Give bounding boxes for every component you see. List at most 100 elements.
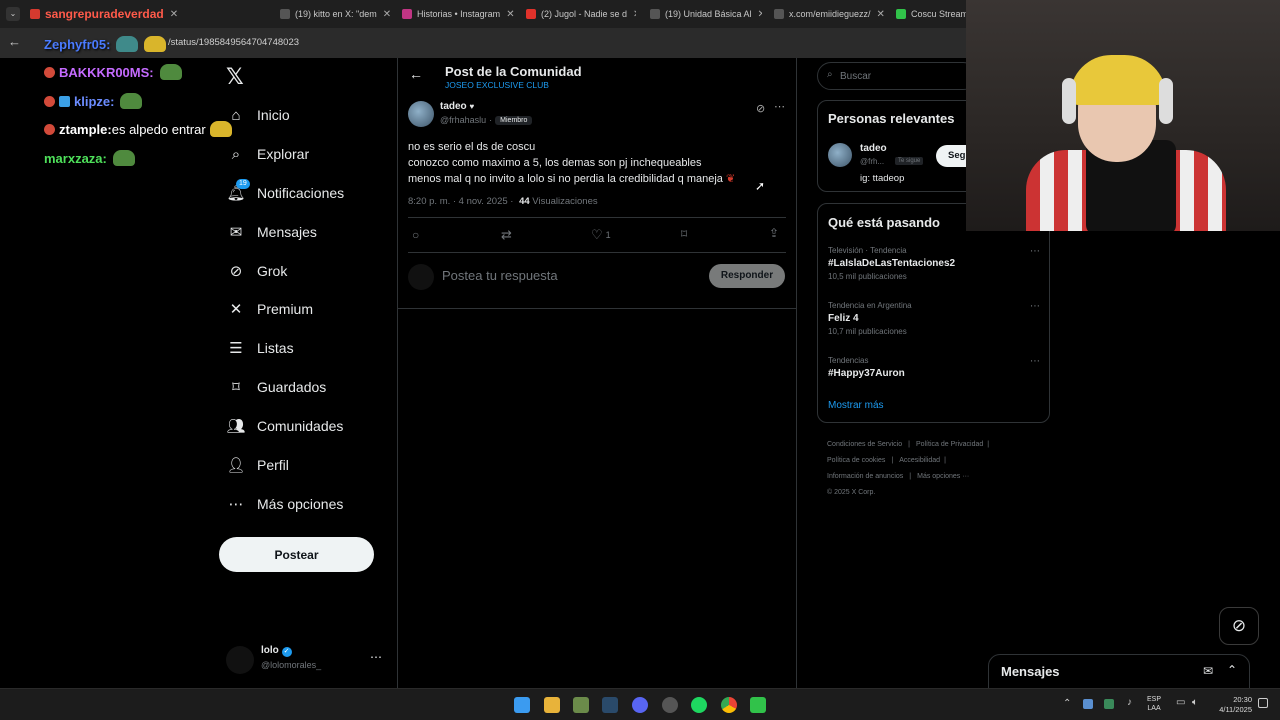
author-name[interactable]: tadeo ♥ (440, 101, 474, 112)
reply-input[interactable]: Postea tu respuesta (442, 268, 558, 283)
nav-item-home[interactable]: ⌂ Inicio (228, 107, 289, 124)
nav-item-explore[interactable]: ⌕ Explorar (228, 146, 309, 163)
nav-item-notifications[interactable]: 🔔︎ 19 Notificaciones (226, 179, 344, 202)
trend-more-icon[interactable]: ⋯ (1030, 246, 1040, 257)
badge-icon (44, 123, 55, 135)
footer-link[interactable]: Política de Privacidad (916, 441, 983, 448)
account-name-text: lolo (261, 645, 279, 656)
notification-center-icon[interactable] (1258, 698, 1268, 708)
author-avatar[interactable] (408, 101, 434, 127)
chrome-icon[interactable] (721, 697, 737, 713)
author-handle[interactable]: @frhahaslu (440, 115, 486, 125)
footer-link[interactable]: Más opciones ··· (917, 473, 969, 480)
nav-item-grok[interactable]: ⊘ Grok (228, 263, 288, 280)
app-icon[interactable] (573, 697, 589, 713)
tray-icon[interactable] (1083, 699, 1093, 709)
emote-icon (144, 36, 167, 52)
browser-tab[interactable]: (2) Jugol - Nadie se d ✕ (526, 4, 636, 24)
browser-tab[interactable]: sangrepuradeverdad ✕ (30, 4, 260, 24)
trend-item[interactable]: Tendencias #Happy37Auron ⋯ (828, 356, 1040, 379)
grok-float-button[interactable]: ⊘ (1219, 607, 1259, 645)
browser-tab[interactable]: Coscu Stream - (896, 4, 966, 24)
tray-up-icon[interactable]: ⌃ (1063, 698, 1071, 709)
nav-item-lists[interactable]: ☰ Listas (228, 340, 293, 357)
nav-item-premium[interactable]: ✕ Premium (228, 301, 314, 318)
browser-tab[interactable]: x.com/emiidieguezz/ ✕ (774, 4, 886, 24)
trend-item[interactable]: Tendencia en Argentina Feliz 4 10,7 mil … (828, 301, 1040, 336)
post-button[interactable]: Postear (219, 537, 374, 572)
x-logo-icon[interactable]: 𝕏 (226, 64, 244, 90)
x-favicon (650, 9, 660, 19)
spotify-icon[interactable] (691, 697, 707, 713)
emoji-icon: ♥ (469, 102, 475, 111)
discord-icon[interactable] (632, 697, 648, 713)
close-tab-icon[interactable]: ✕ (633, 9, 636, 20)
close-tab-icon[interactable]: ✕ (506, 9, 514, 20)
volume-icon[interactable]: 🔈︎ (1192, 697, 1198, 708)
tab-label: sangrepuradeverdad (45, 7, 164, 21)
bookmark-icon[interactable]: ⌑ (681, 227, 687, 241)
footer-link[interactable]: Política de cookies (827, 457, 885, 464)
share-icon[interactable]: ⇪ (769, 226, 779, 240)
post-timestamp[interactable]: 8:20 p. m. · 4 nov. 2025 · (408, 196, 513, 207)
follows-you-badge: Te sigue (895, 157, 924, 165)
collapse-up-icon[interactable]: ⌃ (1227, 663, 1237, 677)
app-icon[interactable] (662, 697, 678, 713)
search-box[interactable]: ⌕ Buscar (817, 62, 977, 90)
trend-item[interactable]: Televisión · Tendencia #LaIslaDeLasTenta… (828, 246, 1040, 281)
account-more-icon[interactable]: ⋯ (370, 650, 382, 664)
chat-username: BAKKKR00MS: (59, 64, 154, 80)
show-more-link[interactable]: Mostrar más (828, 400, 884, 411)
post-more-icon[interactable]: ⋯ (774, 100, 785, 113)
grok-explain-icon[interactable]: ⊘ (756, 102, 765, 115)
heart-icon: ♡ (591, 227, 603, 242)
steam-icon[interactable] (602, 697, 618, 713)
language-indicator[interactable]: ESP LAA (1147, 695, 1161, 713)
nav-item-more[interactable]: ⋯ Más opciones (228, 496, 344, 513)
tray-icon[interactable] (1104, 699, 1114, 709)
clock[interactable]: 20:30 4/11/2025 (1212, 695, 1252, 715)
network-icon[interactable]: ▭ (1176, 697, 1185, 708)
copyright: © 2025 X Corp. (827, 489, 876, 496)
browser-tab[interactable]: (19) kitto en X: "dem ✕ (280, 4, 390, 24)
nav-item-messages[interactable]: ✉ Mensajes (228, 224, 317, 241)
footer-link[interactable]: Condiciones de Servicio (827, 441, 902, 448)
reply-button[interactable]: Responder (709, 264, 785, 288)
footer-link[interactable]: Accesibilidad (899, 457, 940, 464)
messages-dock[interactable]: Mensajes ✉ ⌃ (988, 654, 1250, 690)
mic-icon[interactable]: ♪ (1127, 697, 1132, 708)
trend-more-icon[interactable]: ⋯ (1030, 356, 1040, 367)
close-tab-icon[interactable]: ✕ (877, 9, 885, 20)
chat-message: ztample: es alpedo entrar (44, 121, 232, 137)
close-tab-icon[interactable]: ✕ (758, 9, 762, 20)
verified-icon: ✓ (281, 647, 292, 657)
url-text[interactable]: /status/1985849564704748023 (168, 37, 299, 48)
trend-more-icon[interactable]: ⋯ (1030, 301, 1040, 312)
nav-label: Premium (257, 301, 314, 317)
repost-icon[interactable]: ⇄ (501, 227, 512, 243)
relevant-user-name[interactable]: tadeo (860, 143, 887, 154)
headphones (1062, 78, 1076, 124)
back-arrow-icon[interactable]: ← (409, 66, 423, 82)
close-tab-icon[interactable]: ✕ (170, 9, 178, 20)
new-message-icon[interactable]: ✉ (1203, 664, 1213, 678)
relevant-user-avatar[interactable] (828, 143, 852, 167)
nav-item-communities[interactable]: 👥︎ Comunidades (226, 418, 343, 435)
footer-link[interactable]: Información de anuncios (827, 473, 903, 480)
community-link[interactable]: JOSEO EXCLUSIVE CLUB (445, 80, 549, 90)
nav-item-bookmarks[interactable]: ⌑ Guardados (228, 379, 326, 396)
browser-tab[interactable]: (19) Unidad Básica Al ✕ (650, 4, 762, 24)
windows-start-icon[interactable] (514, 697, 530, 713)
kick-icon[interactable] (750, 697, 766, 713)
file-explorer-icon[interactable] (544, 697, 560, 713)
tab-list-dropdown-icon[interactable]: ⌄ (6, 7, 20, 21)
like-button[interactable]: ♡ 1 (591, 227, 611, 243)
account-switcher[interactable]: lolo ✓ @lolomorales_ ⋯ (226, 644, 386, 676)
reply-icon[interactable]: ○ (412, 228, 419, 242)
browser-back-icon[interactable]: ← (8, 34, 21, 49)
nav-item-profile[interactable]: 👤︎ Perfil (226, 457, 288, 474)
browser-tab[interactable]: Historias • Instagram ✕ (402, 4, 514, 24)
chat-message: marxzaza: (44, 150, 135, 166)
close-tab-icon[interactable]: ✕ (383, 9, 390, 20)
youtube-favicon (526, 9, 536, 19)
